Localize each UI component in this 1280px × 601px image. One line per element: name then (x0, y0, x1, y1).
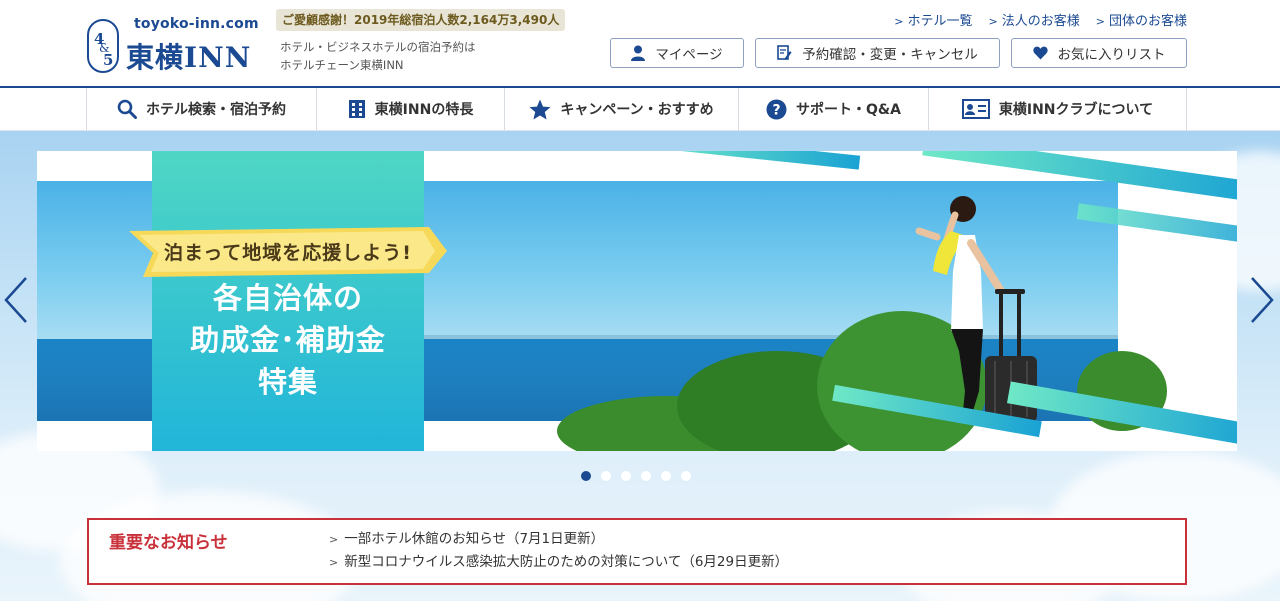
reservation-manage-button-label: 予約確認・変更・キャンセル (802, 47, 978, 63)
hotel-list-link[interactable]: > ホテル一覧 (894, 10, 972, 29)
ribbon-text: 泊まって地域を応援しよう! (164, 241, 412, 264)
site-header: 4 & 5 toyoko-inn.com 東横INN ご愛顧感謝！2019年総宿… (0, 0, 1280, 88)
carousel-dot[interactable] (681, 471, 691, 481)
carousel-next-arrow-icon[interactable] (1246, 274, 1276, 326)
header-utility-buttons: マイページ 予約確認・変更・キャンセル お気に入りリスト (610, 38, 1187, 68)
hero-slide[interactable]: 泊まって地域を応援しよう! 各自治体の 助成金･補助金 特集 (37, 151, 1237, 451)
building-icon (348, 100, 365, 118)
campaign-title-line-2: 助成金･補助金 (190, 323, 386, 357)
global-nav: ホテル検索・宿泊予約 東横INNの特長 キャンペーン・おすすめ ? サポート・Q… (0, 88, 1280, 131)
mypage-button-label: マイページ (655, 47, 723, 63)
chevron-right-icon: > (894, 15, 904, 28)
site-logo[interactable]: 4 & 5 toyoko-inn.com 東横INN (86, 14, 266, 76)
notice-item-label: 新型コロナウイルス感染拡大防止のための対策について（6月29日更新） (344, 554, 789, 570)
group-link[interactable]: > 団体のお客様 (1096, 10, 1187, 29)
carousel-dot[interactable] (641, 471, 651, 481)
star-icon (529, 99, 551, 119)
favorites-button[interactable]: お気に入りリスト (1011, 38, 1187, 68)
logo-mark: 4 & 5 (87, 19, 119, 73)
global-nav-list: ホテル検索・宿泊予約 東横INNの特長 キャンペーン・おすすめ ? サポート・Q… (86, 88, 1187, 130)
notice-list: > 一部ホテル休館のお知らせ（7月1日更新） > 新型コロナウイルス感染拡大防止のた… (329, 528, 788, 574)
carousel-dot[interactable] (621, 471, 631, 481)
search-icon (117, 99, 137, 119)
important-notice-box: 重要なお知らせ > 一部ホテル休館のお知らせ（7月1日更新） > 新型コロナウイルス… (87, 518, 1187, 585)
tagline-line-2: ホテルチェーン東横INN (280, 58, 404, 72)
group-link-label: 団体のお客様 (1108, 14, 1187, 29)
tagline-line-1: ホテル・ビジネスホテルの宿泊予約は (280, 40, 476, 54)
edit-document-icon (777, 45, 792, 60)
logo-name: 東横INN (126, 41, 252, 74)
chevron-right-icon: > (988, 15, 998, 28)
header-top-links: > ホテル一覧 > 法人のお客様 > 団体のお客様 (894, 10, 1187, 29)
campaign-title-line-3: 特集 (257, 365, 318, 399)
nav-campaign[interactable]: キャンペーン・おすすめ (504, 88, 738, 130)
campaign-title-line-1: 各自治体の (212, 281, 363, 315)
nav-club-label: 東横INNクラブについて (998, 102, 1154, 118)
chevron-right-icon: > (1095, 15, 1105, 28)
user-icon (631, 45, 646, 61)
carousel-dot[interactable] (661, 471, 671, 481)
carousel-dot[interactable] (601, 471, 611, 481)
carousel-pagination (581, 471, 691, 481)
nav-features-label: 東横INNの特長 (374, 102, 474, 118)
nav-features[interactable]: 東横INNの特長 (316, 88, 504, 130)
chevron-right-icon: > (329, 533, 339, 546)
favorites-button-label: お気に入りリスト (1057, 47, 1166, 63)
corporate-link[interactable]: > 法人のお客様 (989, 10, 1080, 29)
heart-icon (1032, 46, 1048, 60)
logo-domain: toyoko-inn.com (134, 16, 259, 32)
notice-title: 重要なお知らせ (109, 533, 228, 553)
guest-count-badge: ご愛顧感謝！2019年総宿泊人数2,164万3,490人 (276, 9, 566, 31)
carousel-prev-arrow-icon[interactable] (2, 274, 32, 326)
chevron-right-icon: > (329, 556, 339, 569)
nav-hotel-search[interactable]: ホテル検索・宿泊予約 (86, 88, 316, 130)
nav-support-label: サポート・Q&A (796, 102, 901, 118)
notice-item[interactable]: > 新型コロナウイルス感染拡大防止のための対策について（6月29日更新） (329, 551, 788, 574)
svg-text:?: ? (772, 102, 780, 118)
reservation-manage-button[interactable]: 予約確認・変更・キャンセル (755, 38, 1000, 68)
corporate-link-label: 法人のお客様 (1001, 14, 1080, 29)
nav-club[interactable]: 東横INNクラブについて (928, 88, 1187, 130)
member-card-icon (961, 99, 990, 119)
mypage-button[interactable]: マイページ (610, 38, 744, 68)
stripe-decoration (654, 151, 861, 170)
notice-item-label: 一部ホテル休館のお知らせ（7月1日更新） (344, 531, 605, 547)
notice-item[interactable]: > 一部ホテル休館のお知らせ（7月1日更新） (329, 528, 788, 551)
nav-hotel-search-label: ホテル検索・宿泊予約 (146, 102, 286, 118)
hotel-list-link-label: ホテル一覧 (907, 14, 973, 29)
campaign-title: 各自治体の 助成金･補助金 特集 (152, 277, 424, 403)
carousel-dot[interactable] (581, 471, 591, 481)
svg-text:5: 5 (103, 51, 113, 69)
nav-support[interactable]: ? サポート・Q&A (738, 88, 928, 130)
nav-campaign-label: キャンペーン・おすすめ (560, 102, 714, 118)
site-tagline: ホテル・ビジネスホテルの宿泊予約は ホテルチェーン東横INN (280, 38, 476, 74)
help-icon: ? (766, 99, 787, 119)
